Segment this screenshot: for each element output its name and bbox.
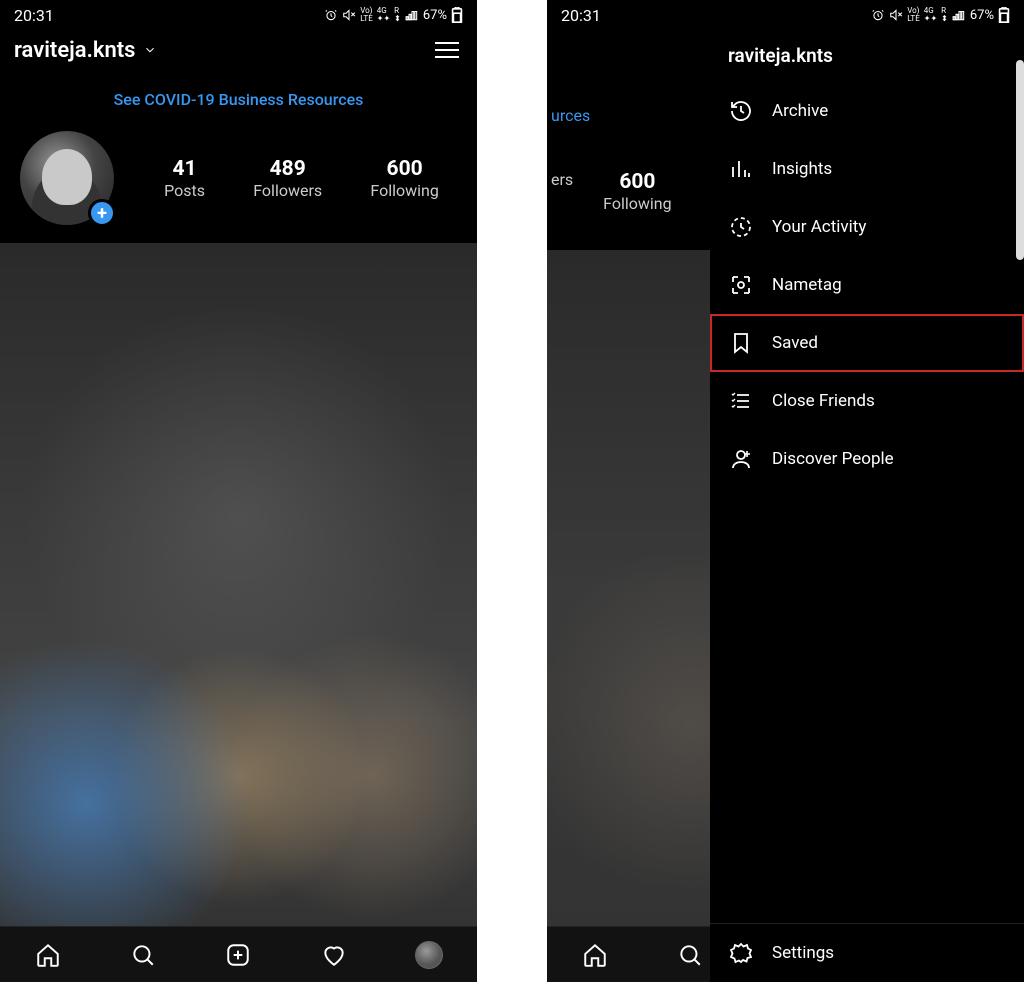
bottom-nav bbox=[0, 926, 477, 982]
avatar-container[interactable]: + bbox=[20, 131, 114, 225]
status-bar: 20:31 Vo)LTE 4G✦✦ R⬍ 67% bbox=[0, 0, 477, 30]
nav-search[interactable] bbox=[676, 941, 704, 969]
stat-posts[interactable]: 41 Posts bbox=[164, 157, 205, 200]
menu-button[interactable] bbox=[431, 38, 463, 62]
nametag-icon bbox=[728, 272, 754, 298]
battery-text: 67% bbox=[423, 8, 447, 23]
drawer-item-label: Saved bbox=[772, 333, 818, 353]
stat-followers-label: Followers bbox=[253, 181, 322, 200]
stat-following[interactable]: 600 Following bbox=[370, 157, 438, 200]
drawer-item-close-friends[interactable]: Close Friends bbox=[710, 372, 1024, 430]
add-story-badge[interactable]: + bbox=[88, 199, 116, 227]
profile-header: raviteja.knts bbox=[0, 30, 477, 76]
nav-activity[interactable] bbox=[320, 941, 348, 969]
status-right: Vo)LTE 4G✦✦ R⬍ 67% bbox=[324, 7, 463, 23]
profile-section: + 41 Posts 489 Followers 600 Following bbox=[0, 123, 477, 243]
stat-posts-label: Posts bbox=[164, 181, 205, 200]
battery-icon bbox=[451, 7, 463, 23]
feed-grid-blurred bbox=[0, 243, 477, 926]
drawer-item-settings[interactable]: Settings bbox=[710, 924, 1024, 982]
phone-right: 20:31 Vo)LTE 4G✦✦ R⬍ 67% urces ers bbox=[547, 0, 1024, 982]
drawer-username: raviteja.knts bbox=[710, 30, 1024, 82]
drawer-item-label: Discover People bbox=[772, 449, 894, 469]
phone-left: 20:31 Vo)LTE 4G✦✦ R⬍ 67% raviteja.knts S… bbox=[0, 0, 477, 982]
mute-icon bbox=[342, 8, 356, 22]
profile-stats: 41 Posts 489 Followers 600 Following bbox=[140, 157, 463, 200]
covid-partial: urces bbox=[547, 106, 590, 125]
stat-following-label: Following bbox=[370, 181, 438, 200]
side-drawer: raviteja.knts Archive Insights Your Acti… bbox=[710, 30, 1024, 982]
stat-following-partial: 600 Following bbox=[603, 170, 671, 213]
drawer-footer: Settings bbox=[710, 923, 1024, 982]
drawer-item-your-activity[interactable]: Your Activity bbox=[710, 198, 1024, 256]
drawer-item-saved[interactable]: Saved bbox=[710, 314, 1024, 372]
stat-followers-value: 489 bbox=[253, 157, 322, 181]
scrollbar[interactable] bbox=[1016, 60, 1024, 260]
drawer-item-nametag[interactable]: Nametag bbox=[710, 256, 1024, 314]
drawer-item-label: Your Activity bbox=[772, 217, 866, 237]
saved-icon bbox=[728, 330, 754, 356]
nav-home[interactable] bbox=[34, 941, 62, 969]
drawer-item-archive[interactable]: Archive bbox=[710, 82, 1024, 140]
drawer-item-label: Settings bbox=[772, 943, 834, 963]
drawer-item-label: Nametag bbox=[772, 275, 842, 295]
nav-search[interactable] bbox=[129, 941, 157, 969]
stat-posts-value: 41 bbox=[164, 157, 205, 181]
nav-profile[interactable] bbox=[415, 941, 443, 969]
drawer-item-label: Archive bbox=[772, 101, 828, 121]
nav-avatar-icon bbox=[415, 941, 443, 969]
network-text-3: R⬍ bbox=[394, 7, 401, 23]
stat-followers-partial: ers bbox=[551, 170, 573, 213]
covid-banner-text: See COVID-19 Business Resources bbox=[114, 90, 364, 109]
insights-icon bbox=[728, 156, 754, 182]
drawer-item-label: Close Friends bbox=[772, 391, 875, 411]
stat-following-value: 600 bbox=[370, 157, 438, 181]
drawer-item-insights[interactable]: Insights bbox=[710, 140, 1024, 198]
chevron-down-icon bbox=[143, 38, 157, 63]
network-text-2: 4G✦✦ bbox=[377, 7, 390, 23]
signal-icon bbox=[405, 8, 419, 22]
settings-icon bbox=[728, 940, 754, 966]
close-friends-icon bbox=[728, 388, 754, 414]
username-text: raviteja.knts bbox=[14, 38, 135, 63]
discover-people-icon bbox=[728, 446, 754, 472]
network-text: Vo)LTE bbox=[360, 7, 373, 23]
drawer-item-discover-people[interactable]: Discover People bbox=[710, 430, 1024, 488]
status-time: 20:31 bbox=[14, 6, 54, 25]
stats-partial: ers 600 Following bbox=[547, 170, 672, 213]
drawer-list: Archive Insights Your Activity Nametag S… bbox=[710, 82, 1024, 923]
activity-icon bbox=[728, 214, 754, 240]
nav-home[interactable] bbox=[581, 941, 609, 969]
covid-banner[interactable]: See COVID-19 Business Resources bbox=[0, 76, 477, 123]
username-dropdown[interactable]: raviteja.knts bbox=[14, 38, 157, 63]
stat-followers[interactable]: 489 Followers bbox=[253, 157, 322, 200]
nav-add[interactable] bbox=[224, 941, 252, 969]
alarm-icon bbox=[324, 8, 338, 22]
drawer-item-label: Insights bbox=[772, 159, 832, 179]
archive-icon bbox=[728, 98, 754, 124]
